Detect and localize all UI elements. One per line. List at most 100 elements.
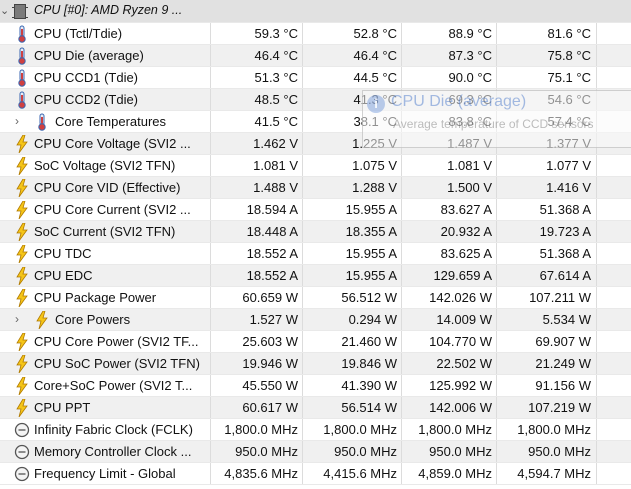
tooltip-description: Average temperature of CCD sensors	[393, 117, 594, 131]
current-value: 4,835.6 MHz	[224, 466, 298, 481]
sensor-name: SoC Current (SVI2 TFN)	[34, 224, 176, 239]
minimum-value: 44.5 °C	[353, 70, 397, 85]
thermometer-icon	[14, 47, 30, 65]
current-value: 46.4 °C	[254, 48, 298, 63]
sensor-name: Core+SoC Power (SVI2 T...	[34, 378, 193, 393]
sensor-name: CPU PPT	[34, 400, 91, 415]
average-value: 1,800.0 MHz	[517, 422, 591, 437]
lightning-icon	[14, 288, 30, 308]
current-value: 18.448 A	[246, 224, 298, 239]
sensor-row[interactable]: CPU (Tctl/Tdie) 59.3 °C 52.8 °C 88.9 °C 81.6…	[0, 23, 631, 45]
current-value: 59.3 °C	[254, 26, 298, 41]
sensor-name: CPU CCD1 (Tdie)	[34, 70, 139, 85]
expand-chevron-icon[interactable]: ›	[12, 309, 22, 330]
average-value: 91.156 W	[535, 378, 591, 393]
lightning-icon	[14, 156, 30, 176]
sensor-row[interactable]: Memory Controller Clock ... 950.0 MHz 950.…	[0, 441, 631, 463]
minimum-value: 56.512 W	[341, 290, 397, 305]
minimum-value: 15.955 A	[345, 246, 397, 261]
sensor-name: Memory Controller Clock ...	[34, 444, 192, 459]
sensor-name: Core Temperatures	[55, 114, 167, 129]
maximum-value: 87.3 °C	[448, 48, 492, 63]
sensor-row[interactable]: CPU Core Power (SVI2 TF... 25.603 W 21.460…	[0, 331, 631, 353]
lightning-icon	[14, 398, 30, 418]
sensor-name: CPU SoC Power (SVI2 TFN)	[34, 356, 200, 371]
sensor-row[interactable]: Frequency Limit - Global 4,835.6 MHz 4,415…	[0, 463, 631, 485]
minimum-value: 15.955 A	[345, 202, 397, 217]
info-icon: i	[367, 95, 385, 113]
maximum-value: 88.9 °C	[448, 26, 492, 41]
sensor-group-header[interactable]: ⌄ CPU [#0]: AMD Ryzen 9 ...	[0, 0, 631, 23]
average-value: 1.077 V	[546, 158, 591, 173]
maximum-value: 83.627 A	[440, 202, 492, 217]
average-value: 81.6 °C	[547, 26, 591, 41]
sensor-name: Frequency Limit - Global	[34, 466, 176, 481]
current-value: 25.603 W	[242, 334, 298, 349]
sensor-row[interactable]: Infinity Fabric Clock (FCLK) 1,800.0 MHz 1…	[0, 419, 631, 441]
sensor-row[interactable]: CPU CCD1 (Tdie) 51.3 °C 44.5 °C 90.0 °C 75.1…	[0, 67, 631, 89]
current-value: 48.5 °C	[254, 92, 298, 107]
average-value: 67.614 A	[539, 268, 591, 283]
maximum-value: 1.500 V	[447, 180, 492, 195]
maximum-value: 90.0 °C	[448, 70, 492, 85]
average-value: 950.0 MHz	[528, 444, 591, 459]
lightning-icon	[14, 376, 30, 396]
minimum-value: 1.288 V	[352, 180, 397, 195]
sensor-row[interactable]: CPU PPT 60.617 W 56.514 W 142.006 W 107.219 …	[0, 397, 631, 419]
lightning-icon	[34, 310, 50, 330]
current-value: 1.081 V	[253, 158, 298, 173]
maximum-value: 1.081 V	[447, 158, 492, 173]
maximum-value: 20.932 A	[440, 224, 492, 239]
maximum-value: 83.625 A	[440, 246, 492, 261]
sensor-name: CPU Core Current (SVI2 ...	[34, 202, 191, 217]
lightning-icon	[14, 244, 30, 264]
sensor-name: CPU (Tctl/Tdie)	[34, 26, 123, 41]
minimum-value: 1,800.0 MHz	[323, 422, 397, 437]
sensor-row[interactable]: CPU Die (average) 46.4 °C 46.4 °C 87.3 °C 75…	[0, 45, 631, 67]
maximum-value: 104.770 W	[429, 334, 492, 349]
current-value: 950.0 MHz	[235, 444, 298, 459]
sensor-name: CPU CCD2 (Tdie)	[34, 92, 139, 107]
sensor-row[interactable]: CPU TDC 18.552 A 15.955 A 83.625 A 51.368 A	[0, 243, 631, 265]
collapse-caret-icon[interactable]: ⌄	[0, 0, 9, 23]
cpu-chip-icon	[12, 4, 28, 19]
minimum-value: 21.460 W	[341, 334, 397, 349]
thermometer-icon	[34, 113, 50, 131]
sensor-name: Infinity Fabric Clock (FCLK)	[34, 422, 193, 437]
sensor-row[interactable]: Core+SoC Power (SVI2 T... 45.550 W 41.390 …	[0, 375, 631, 397]
sensor-row[interactable]: CPU Core Current (SVI2 ... 18.594 A 15.955…	[0, 199, 631, 221]
thermometer-icon	[14, 69, 30, 87]
sensor-row[interactable]: SoC Voltage (SVI2 TFN) 1.081 V 1.075 V 1.08…	[0, 155, 631, 177]
lightning-icon	[14, 134, 30, 154]
average-value: 19.723 A	[539, 224, 591, 239]
lightning-icon	[14, 200, 30, 220]
current-value: 45.550 W	[242, 378, 298, 393]
sensor-name: CPU EDC	[34, 268, 93, 283]
expand-chevron-icon[interactable]: ›	[12, 111, 22, 132]
current-value: 18.552 A	[246, 246, 298, 261]
sensor-row[interactable]: CPU Package Power 60.659 W 56.512 W 142.026…	[0, 287, 631, 309]
sensor-name: CPU Package Power	[34, 290, 157, 305]
minimum-value: 46.4 °C	[353, 48, 397, 63]
sensor-group-title: CPU [#0]: AMD Ryzen 9 ...	[34, 3, 183, 17]
average-value: 75.1 °C	[547, 70, 591, 85]
sensor-row[interactable]: SoC Current (SVI2 TFN) 18.448 A 18.355 A 20…	[0, 221, 631, 243]
maximum-value: 950.0 MHz	[429, 444, 492, 459]
average-value: 107.219 W	[528, 400, 591, 415]
sensor-row[interactable]: CPU EDC 18.552 A 15.955 A 129.659 A 67.614 A	[0, 265, 631, 287]
maximum-value: 142.026 W	[429, 290, 492, 305]
sensor-name: CPU Core Voltage (SVI2 ...	[34, 136, 191, 151]
sensor-group-row[interactable]: › Core Powers 1.527 W 0.294 W 14.009 W 5.534 …	[0, 309, 631, 331]
current-value: 60.617 W	[242, 400, 298, 415]
sensor-row[interactable]: CPU SoC Power (SVI2 TFN) 19.946 W 19.846 W…	[0, 353, 631, 375]
sensor-row[interactable]: CPU Core VID (Effective) 1.488 V 1.288 V 1.…	[0, 177, 631, 199]
maximum-value: 142.006 W	[429, 400, 492, 415]
minimum-value: 950.0 MHz	[334, 444, 397, 459]
lightning-icon	[14, 266, 30, 286]
maximum-value: 1,800.0 MHz	[418, 422, 492, 437]
current-value: 1.462 V	[253, 136, 298, 151]
average-value: 21.249 W	[535, 356, 591, 371]
average-value: 1.416 V	[546, 180, 591, 195]
average-value: 51.368 A	[539, 202, 591, 217]
sensor-name: CPU Die (average)	[34, 48, 144, 63]
